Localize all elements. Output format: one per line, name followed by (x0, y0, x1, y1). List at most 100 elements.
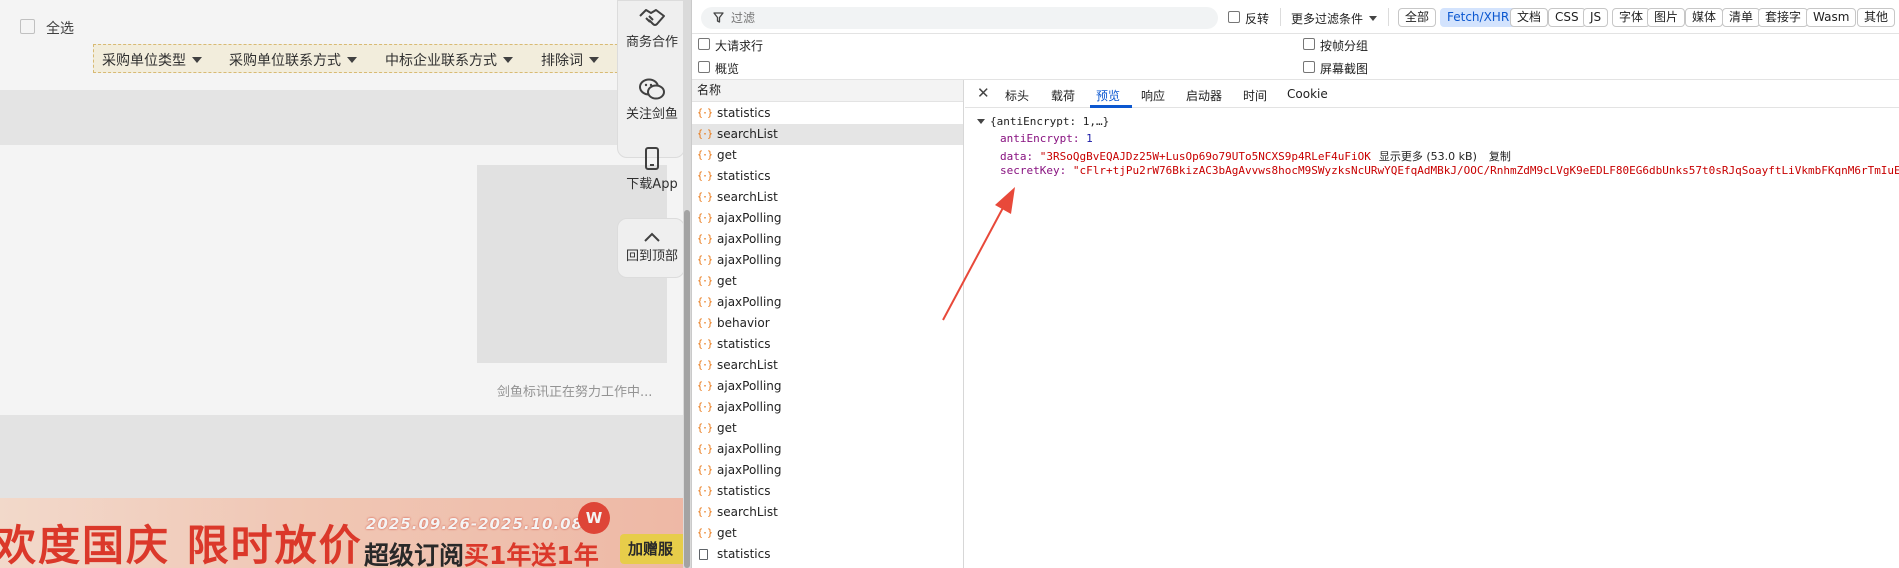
filter-pill[interactable]: CSS (1548, 8, 1586, 27)
back-to-top-label: 回到顶部 (625, 249, 678, 264)
request-row[interactable]: {·} ajaxPolling (692, 460, 963, 481)
request-row[interactable]: {·} searchList (692, 187, 963, 208)
tab-response[interactable]: 响应 (1141, 87, 1165, 104)
request-row[interactable]: {·} statistics (692, 166, 963, 187)
tab-headers[interactable]: 标头 (1005, 87, 1029, 104)
filter-label: 采购单位类型 (102, 53, 186, 69)
scrollbar-thumb[interactable] (684, 210, 690, 568)
filter-search[interactable] (701, 7, 1218, 29)
back-to-top-button[interactable]: 回到顶部 (617, 218, 685, 278)
request-row[interactable]: {·} ajaxPolling (692, 229, 963, 250)
request-row[interactable]: {·} get (692, 271, 963, 292)
filter-pill[interactable]: 清单 (1722, 8, 1761, 27)
close-icon[interactable]: ✕ (977, 84, 990, 102)
caret-down-icon (347, 57, 357, 63)
xhr-icon: {·} (697, 213, 713, 224)
json-field-antiencrypt[interactable]: antiEncrypt: 1 (1000, 132, 1093, 145)
xhr-icon: {·} (697, 402, 713, 413)
json-value: "cFlr+tjPu2rW76BkizAC3bAgAvvws8hocM9SWyz… (1072, 164, 1899, 177)
screenshots-checkbox[interactable] (1303, 61, 1315, 73)
xhr-icon: {·} (697, 318, 713, 329)
overview-checkbox[interactable] (698, 61, 710, 73)
request-name: get (717, 526, 737, 540)
filter-pill[interactable]: Wasm (1806, 8, 1857, 27)
filter-pill[interactable]: Fetch/XHR (1440, 8, 1517, 27)
json-root[interactable]: {antiEncrypt: 1,…} (977, 115, 1109, 128)
caret-down-icon (192, 57, 202, 63)
promo-banner[interactable]: 欢度国庆 限时放价 2025.09.26-2025.10.08 超级订阅买1年送… (0, 498, 690, 568)
request-row[interactable]: {·} get (692, 418, 963, 439)
request-row[interactable]: {·} searchList (692, 124, 963, 145)
filter-pill[interactable]: 全部 (1398, 8, 1437, 27)
request-row[interactable]: {·} searchList (692, 502, 963, 523)
invert-checkbox[interactable] (1228, 11, 1240, 23)
group-by-frame-checkbox[interactable] (1303, 38, 1315, 50)
filter-winner-contact[interactable]: 中标企业联系方式 (385, 50, 513, 70)
xhr-icon: {·} (697, 339, 713, 350)
tab-cookies[interactable]: Cookie (1287, 87, 1328, 101)
xhr-icon: {·} (697, 171, 713, 182)
select-all-checkbox[interactable] (20, 19, 35, 34)
big-rows-checkbox[interactable] (698, 38, 710, 50)
request-name: statistics (717, 169, 771, 183)
request-row[interactable]: statistics (692, 544, 963, 565)
filter-pill[interactable]: JS (1583, 8, 1609, 27)
big-rows-label: 大请求行 (715, 39, 764, 53)
request-row[interactable]: {·} ajaxPolling (692, 250, 963, 271)
expand-triangle-icon[interactable] (977, 119, 985, 124)
request-row[interactable]: {·} ajaxPolling (692, 397, 963, 418)
request-row[interactable]: {·} get (692, 145, 963, 166)
banner-cta-button[interactable]: 加赠服 (620, 534, 690, 564)
download-label: 下载App (626, 177, 678, 192)
json-colon: : (1072, 132, 1087, 145)
request-row[interactable]: {·} statistics (692, 334, 963, 355)
tab-preview[interactable]: 预览 (1096, 87, 1120, 104)
name-column-header[interactable]: 名称 (692, 80, 963, 102)
xhr-icon: {·} (697, 150, 713, 161)
request-row[interactable]: {·} statistics (692, 103, 963, 124)
request-name: searchList (717, 505, 778, 519)
filter-pill[interactable]: 字体 (1612, 8, 1651, 27)
filter-buyer-contact[interactable]: 采购单位联系方式 (229, 50, 357, 70)
toolbar-divider (1280, 8, 1281, 26)
detail-tabs: ✕ 标头 载荷 预览 响应 启动器 时间 Cookie (965, 80, 1899, 108)
request-row[interactable]: {·} ajaxPolling (692, 292, 963, 313)
filter-buyer-type[interactable]: 采购单位类型 (102, 50, 202, 70)
request-row[interactable]: {·} ajaxPolling (692, 376, 963, 397)
caret-down-icon (1369, 16, 1378, 21)
json-field-secretkey[interactable]: secretKey: "cFlr+tjPu2rW76BkizAC3bAgAvvw… (1000, 164, 1899, 177)
more-filters-dropdown[interactable]: 更多过滤条件 (1291, 10, 1378, 27)
tab-initiator[interactable]: 启动器 (1186, 87, 1222, 104)
tab-timing[interactable]: 时间 (1243, 87, 1267, 104)
xhr-icon: {·} (697, 129, 713, 140)
banner-date: 2025.09.26-2025.10.08 (366, 515, 584, 533)
copy-button[interactable]: 复制 (1489, 150, 1511, 163)
download-app-button[interactable]: 下载App (618, 147, 686, 192)
filter-pill[interactable]: 其他 (1857, 8, 1896, 27)
handshake-icon (639, 9, 665, 26)
show-more-button[interactable]: 显示更多 (53.0 kB) (1379, 150, 1477, 163)
request-name: ajaxPolling (717, 379, 782, 393)
request-row[interactable]: {·} ajaxPolling (692, 439, 963, 460)
request-row[interactable]: {·} statistics (692, 481, 963, 502)
devtools-network-panel: 反转 更多过滤条件 全部Fetch/XHR文档CSSJS字体图片媒体清单套接字W… (691, 0, 1899, 568)
filter-pill[interactable]: 媒体 (1685, 8, 1724, 27)
xhr-icon: {·} (697, 507, 713, 518)
panel-splitter[interactable] (683, 0, 691, 568)
request-row[interactable]: {·} ajaxPolling (692, 208, 963, 229)
filter-pill[interactable]: 图片 (1647, 8, 1686, 27)
request-row[interactable]: {·} behavior (692, 313, 963, 334)
filter-pill[interactable]: 文档 (1510, 8, 1549, 27)
tab-payload[interactable]: 载荷 (1051, 87, 1075, 104)
json-field-data[interactable]: data: "3RSoQgBvEQAJDz25W+LusOp69o79UTo5N… (1000, 148, 1511, 164)
request-row[interactable]: {·} searchList (692, 355, 963, 376)
filter-input[interactable] (731, 9, 1201, 27)
request-row[interactable]: {·} get (692, 523, 963, 544)
filter-pill[interactable]: 套接字 (1758, 8, 1809, 27)
follow-button[interactable]: 关注剑鱼 (618, 77, 686, 122)
request-name: searchList (717, 358, 778, 372)
filter-exclude-words[interactable]: 排除词 (541, 50, 599, 70)
request-name: ajaxPolling (717, 232, 782, 246)
business-cooperation-button[interactable]: 商务合作 (618, 7, 686, 50)
filter-toolbar: 反转 更多过滤条件 全部Fetch/XHR文档CSSJS字体图片媒体清单套接字W… (692, 0, 1899, 34)
